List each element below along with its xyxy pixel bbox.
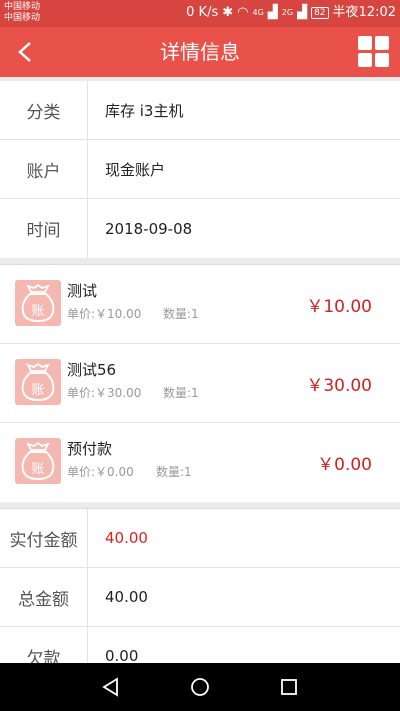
clock: 半夜12:02: [332, 5, 396, 20]
status-indicators: 0 K/s ✱ ◠ 4G ▟ 2G ▟ 82 半夜12:02: [186, 5, 396, 21]
nav-recents-button[interactable]: [277, 675, 301, 699]
info-row-category: 分类 库存 i3主机: [0, 81, 400, 140]
nav-back-button[interactable]: [99, 675, 123, 699]
grid-icon: [358, 36, 372, 50]
info-row-time: 时间 2018-09-08: [0, 199, 400, 258]
summary-label: 欠款: [0, 627, 88, 663]
info-value: 2018-09-08: [105, 219, 193, 238]
summary-row-total: 总金额 40.00: [0, 568, 400, 627]
svg-text:账: 账: [31, 462, 44, 477]
circle-home-icon: [191, 678, 209, 696]
item-qty: 数量:1: [163, 386, 199, 400]
wifi-icon: ◠: [237, 5, 249, 20]
item-name: 测试: [67, 282, 98, 300]
grid-menu-button[interactable]: [358, 36, 390, 68]
page-title: 详情信息: [160, 40, 240, 64]
item-amount: ￥0.00: [317, 455, 372, 475]
list-item[interactable]: 账 预付款 单价:￥0.00 数量:1 ￥0.00: [0, 423, 400, 502]
item-amount: ￥10.00: [306, 297, 372, 317]
carrier-1: 中国移动: [4, 2, 41, 12]
nav-home-button[interactable]: [188, 675, 212, 699]
money-bag-icon: 账: [15, 359, 61, 405]
item-name: 预付款: [67, 440, 113, 458]
signal-icon-1: ▟: [267, 5, 278, 20]
summary-row-paid: 实付金额 40.00: [0, 509, 400, 568]
info-label: 分类: [0, 81, 88, 139]
item-name: 测试56: [67, 361, 117, 379]
item-price: 单价:￥0.00: [67, 465, 134, 479]
item-price: 单价:￥30.00: [67, 386, 142, 400]
status-bar: 中国移动 中国移动 0 K/s ✱ ◠ 4G ▟ 2G ▟ 82 半夜12:02: [0, 0, 400, 27]
summary-value: 40.00: [105, 529, 148, 547]
summary-label: 总金额: [0, 568, 88, 626]
svg-text:账: 账: [31, 304, 44, 319]
item-qty: 数量:1: [163, 307, 199, 321]
summary-row-debt: 欠款 0.00: [0, 627, 400, 663]
item-qty: 数量:1: [156, 465, 192, 479]
summary-label: 实付金额: [0, 509, 88, 567]
list-item[interactable]: 账 测试56 单价:￥30.00 数量:1 ￥30.00: [0, 344, 400, 423]
summary-value: 0.00: [105, 647, 139, 663]
list-item[interactable]: 账 测试 单价:￥10.00 数量:1 ￥10.00: [0, 265, 400, 344]
app-bar: 详情信息: [0, 27, 400, 77]
net-type-1: 4G: [252, 8, 264, 17]
item-amount: ￥30.00: [306, 376, 372, 396]
svg-text:账: 账: [31, 383, 44, 398]
carrier-2: 中国移动: [4, 13, 41, 23]
bluetooth-icon: ✱: [222, 5, 234, 20]
battery-icon: 82: [311, 7, 329, 19]
info-label: 时间: [0, 199, 88, 258]
info-value: 库存 i3主机: [105, 101, 184, 120]
detail-content[interactable]: 分类 库存 i3主机 账户 现金账户 时间 2018-09-08 账 测试 单价…: [0, 77, 400, 663]
section-divider: [0, 258, 400, 265]
section-divider: [0, 502, 400, 509]
signal-icon-2: ▟: [297, 5, 308, 20]
net-speed: 0 K/s: [186, 5, 219, 20]
info-row-account: 账户 现金账户: [0, 140, 400, 199]
carrier-info: 中国移动 中国移动: [4, 2, 40, 24]
system-nav-bar: [0, 663, 400, 711]
info-value: 现金账户: [105, 160, 166, 179]
net-type-2: 2G: [281, 8, 294, 17]
summary-value: 40.00: [105, 588, 148, 606]
triangle-back-icon: [102, 677, 118, 697]
square-recents-icon: [281, 679, 297, 695]
money-bag-icon: 账: [15, 280, 61, 326]
item-price: 单价:￥10.00: [67, 307, 142, 321]
info-label: 账户: [0, 140, 88, 198]
money-bag-icon: 账: [15, 438, 61, 484]
